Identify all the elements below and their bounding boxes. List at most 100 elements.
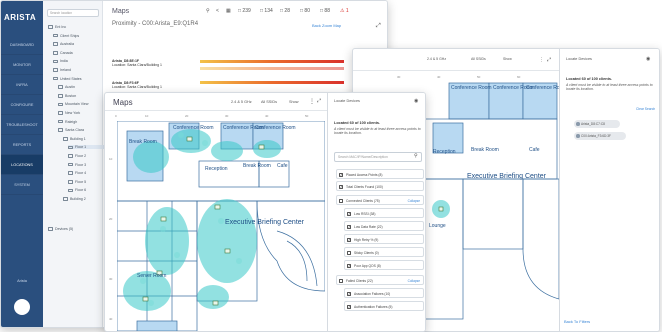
filter-checkbox[interactable]: ✓ <box>347 304 351 309</box>
filter-row[interactable]: ✓ Low Data Rate (22) <box>344 221 424 231</box>
tree-item[interactable]: Ent Inc <box>48 25 66 29</box>
filter-row[interactable]: ✓ Low RSSI (38) <box>344 208 424 218</box>
filter-checkbox[interactable] <box>339 278 343 283</box>
folder-icon <box>53 59 58 64</box>
nav-system[interactable]: SYSTEM <box>1 175 43 195</box>
filter-checkbox[interactable]: ✓ <box>339 172 343 177</box>
show-select[interactable]: Show <box>289 100 299 104</box>
tree-item[interactable]: Devices (5) <box>48 227 73 231</box>
signal-bar <box>200 60 344 63</box>
tree-item[interactable]: Floor 6 <box>68 188 86 192</box>
eye-icon[interactable]: ◉ <box>646 56 650 62</box>
filter-row[interactable]: ✓ Association Failures (10) <box>344 288 424 298</box>
folder-icon <box>58 128 63 132</box>
floor-plan-map[interactable] <box>117 121 325 331</box>
tree-item[interactable]: Client Ships <box>53 34 79 38</box>
tree-search-input[interactable]: Search location <box>47 9 99 17</box>
filter-row[interactable]: ✓ High Retry % (9) <box>344 234 424 244</box>
clear-search-link[interactable]: Clear Search <box>636 107 655 111</box>
filter-row[interactable]: ✓ Total Clients Found (100) <box>336 181 424 191</box>
tree-item[interactable]: New York <box>58 111 80 115</box>
filter-row[interactable]: ✓ Placed Access Points (8) <box>336 169 424 179</box>
device-chip[interactable]: C00:Arista_F3:6D:3F <box>574 132 626 140</box>
back-zoom-link[interactable]: Back Zoom Map <box>312 23 341 28</box>
nav-dashboard[interactable]: DASHBOARD <box>1 35 43 55</box>
share-icon[interactable]: < <box>216 8 219 14</box>
filter-checkbox[interactable]: ✓ <box>347 224 351 229</box>
filter-row[interactable]: Connected Clients (75) Collapse <box>336 195 424 205</box>
locate-devices-dropdown[interactable]: Locate Devices <box>334 99 360 103</box>
nav-infra[interactable]: INFRA <box>1 75 43 95</box>
tree-item[interactable]: Floor 2 <box>68 154 86 158</box>
count-badge-1[interactable]: □ 239 <box>238 8 251 14</box>
collapse-link[interactable]: Collapse <box>408 279 420 283</box>
tree-item[interactable]: Austin <box>58 85 75 89</box>
filter-checkbox[interactable]: ✓ <box>347 237 351 242</box>
filter-checkbox[interactable] <box>347 250 351 255</box>
search-icon[interactable]: ⚲ <box>206 8 210 14</box>
nav-configure[interactable]: CONFIGURE <box>1 95 43 115</box>
nav-locations[interactable]: LOCATIONS <box>1 155 43 175</box>
alert-badge[interactable]: ⚠ 1 <box>340 8 349 14</box>
proximity-row-2[interactable]: Arista_D8:F3:6F Location: Santa Clara/Bu… <box>112 81 162 89</box>
ruler-tick: 0 <box>115 114 117 118</box>
filter-row[interactable]: Sticky Clients (0) <box>344 247 424 257</box>
collapse-link[interactable]: Collapse <box>408 199 420 203</box>
tree-item[interactable]: Mountain View <box>58 102 89 106</box>
nav-troubleshoot[interactable]: TROUBLESHOOT <box>1 115 43 135</box>
eye-icon[interactable]: ◉ <box>414 98 418 104</box>
page-title: Maps <box>112 8 130 15</box>
tree-item[interactable]: Floor 4 <box>68 171 86 175</box>
ssid-select[interactable]: All SSIDs <box>261 100 277 104</box>
location-tree: Search location Ent Inc Client Ships Austr… <box>43 1 124 327</box>
expand-icon[interactable]: ⤢ <box>376 23 381 30</box>
tree-item[interactable]: Building 1 <box>63 137 86 141</box>
expand-icon[interactable]: ⤢ <box>317 98 321 104</box>
ruler-tick: 50 <box>305 114 309 118</box>
locate-devices-dropdown[interactable]: Locate Devices <box>566 57 592 61</box>
tree-item-label: Boston <box>65 93 77 98</box>
tree-item[interactable]: India <box>53 59 68 63</box>
more-icon[interactable]: ⋮ <box>309 98 315 105</box>
located-count: Located 60 of 100 clients. <box>334 121 381 125</box>
filter-checkbox[interactable]: ✓ <box>347 211 351 216</box>
tree-item[interactable]: Building 2 <box>63 197 86 201</box>
filter-checkbox[interactable]: ✓ <box>347 291 351 296</box>
nav-monitor[interactable]: MONITOR <box>1 55 43 75</box>
tree-item[interactable]: United States <box>53 77 82 81</box>
tree-item[interactable]: Boston <box>58 94 76 98</box>
tree-item[interactable]: Floor 5 <box>68 180 86 184</box>
filter-row[interactable]: ✓ Poor App QOS (8) <box>344 260 424 270</box>
nav-reports[interactable]: REPORTS <box>1 135 43 155</box>
tree-item[interactable]: Floor 3 <box>68 163 86 167</box>
show-select[interactable]: Show <box>503 57 512 61</box>
search-icon[interactable]: ⚲ <box>414 153 418 159</box>
count-badge-5[interactable]: □ 88 <box>320 8 330 14</box>
back-to-filters-link[interactable]: Back To Filters <box>564 319 590 324</box>
tree-item[interactable]: Australia <box>53 42 74 46</box>
more-icon[interactable]: ⋮ <box>539 57 544 63</box>
filter-checkbox[interactable] <box>339 198 343 203</box>
filter-checkbox[interactable]: ✓ <box>347 263 351 268</box>
count-badge-4[interactable]: □ 80 <box>300 8 310 14</box>
folder-icon <box>48 25 53 29</box>
tree-item[interactable]: Raleigh <box>58 120 77 124</box>
device-chip[interactable]: Arista_D8:C7:C8 <box>574 120 620 128</box>
count-badge-3[interactable]: □ 28 <box>280 8 290 14</box>
client-search-input[interactable]: Search MAC/IP/Name/Description <box>334 152 422 162</box>
filter-row[interactable]: Failed Clients (22) Collapse <box>336 275 424 285</box>
ssid-select[interactable]: All SSIDs <box>471 57 486 61</box>
tree-item[interactable]: Santa Clara <box>58 128 84 132</box>
tree-item[interactable]: Canada <box>53 51 73 55</box>
avatar[interactable] <box>14 299 30 315</box>
tree-item[interactable]: Ireland <box>53 68 71 72</box>
grid-icon[interactable]: ▦ <box>226 8 231 14</box>
filter-checkbox[interactable]: ✓ <box>339 184 343 189</box>
proximity-row-1[interactable]: Arista_D8:8E:1F Location: Santa Clara/Bu… <box>112 59 162 67</box>
tree-item-label: Australia <box>60 42 74 47</box>
count-badge-2[interactable]: □ 134 <box>260 8 273 14</box>
band-select[interactable]: 2.4 & 5 GHz <box>427 57 446 61</box>
filter-row[interactable]: ✓ Authentication Failures (5) <box>344 301 424 311</box>
expand-icon[interactable]: ⤢ <box>547 57 551 63</box>
band-select[interactable]: 2.4 & 5 GHz <box>231 100 252 104</box>
